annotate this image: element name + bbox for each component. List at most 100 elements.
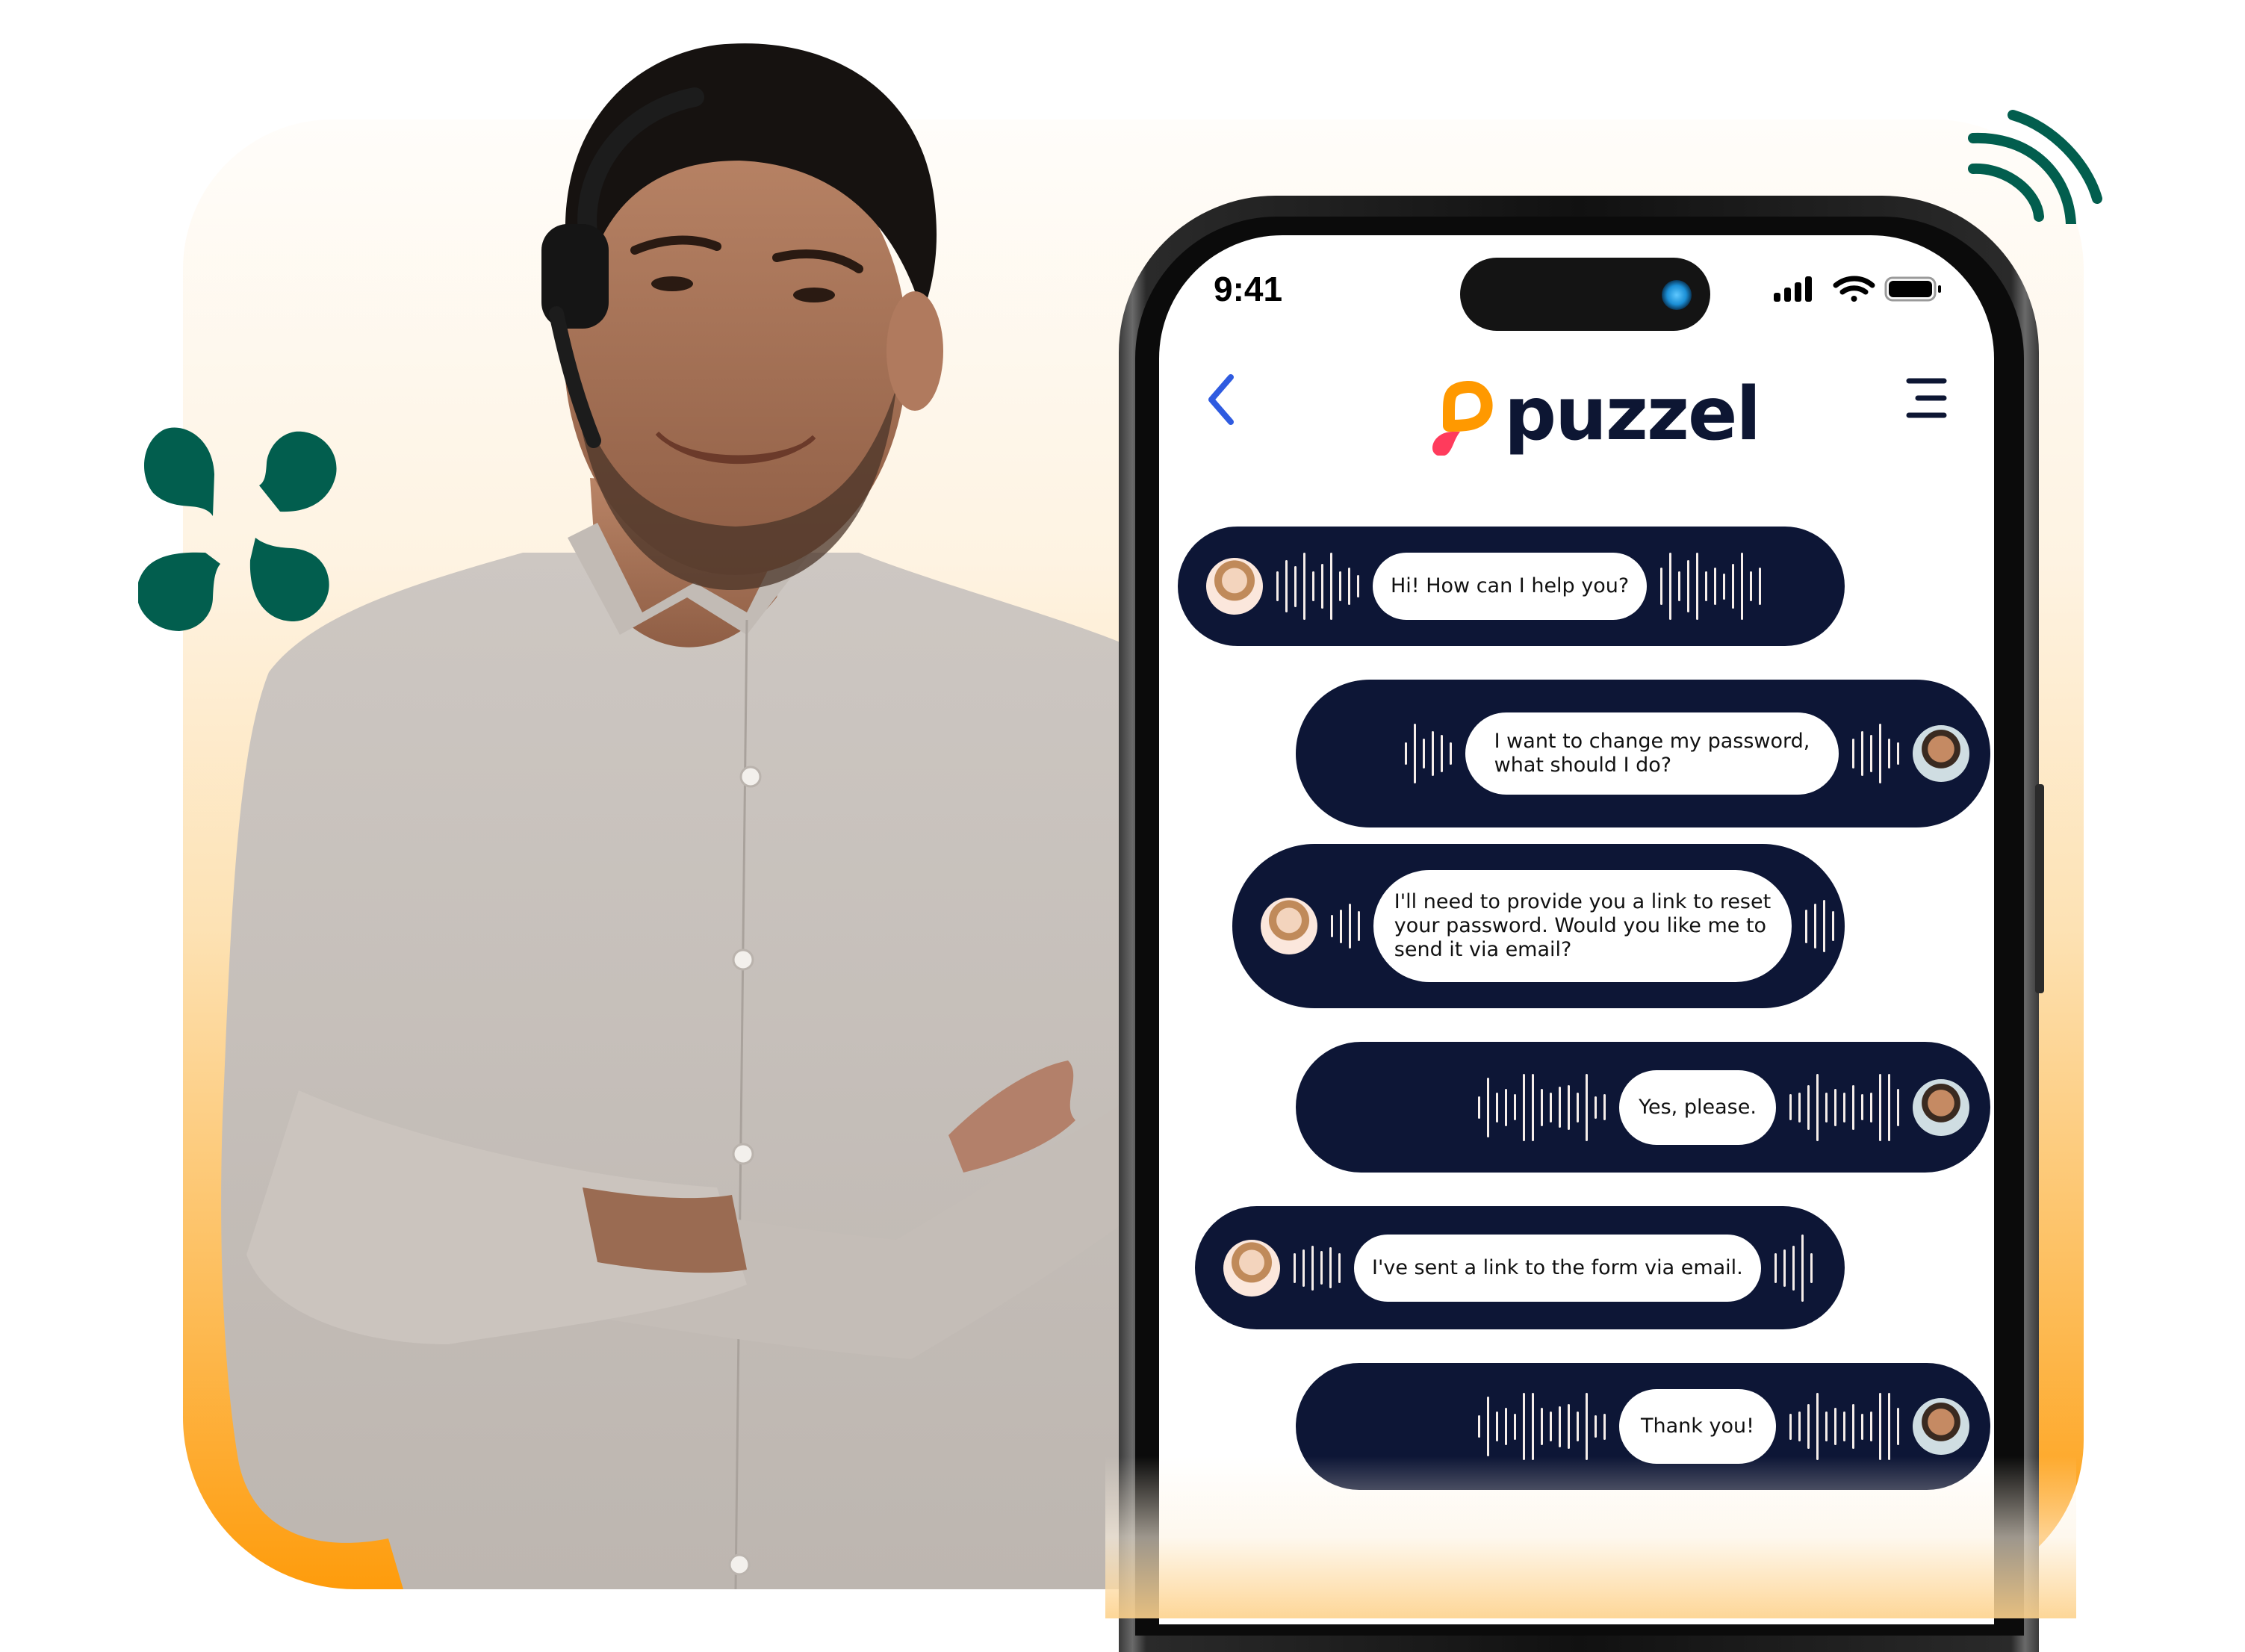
audio-waveform-right [1805, 900, 1834, 952]
waveform-bar [1834, 1088, 1836, 1126]
waveform-bar [1339, 571, 1341, 601]
waveform-bar [1487, 1397, 1489, 1456]
waveform-bar [1405, 742, 1407, 765]
customer-avatar [1913, 725, 1969, 782]
waveform-bar [1687, 560, 1690, 612]
audio-waveform-right [1789, 1073, 1899, 1141]
audio-waveform-left [1478, 1393, 1606, 1460]
waveform-bar [1358, 911, 1360, 941]
waveform-bar [1340, 909, 1342, 943]
chevron-left-icon[interactable] [1202, 370, 1240, 429]
eye [651, 276, 693, 291]
agent-avatar [1206, 558, 1263, 615]
chat-message-agent[interactable]: I'll need to provide you a link to reset… [1232, 844, 1845, 1008]
chat-message-customer[interactable]: Yes, please. [1296, 1042, 1990, 1173]
waveform-bar [1595, 1415, 1597, 1438]
waveform-bar [1774, 1252, 1777, 1283]
waveform-bar [1541, 1088, 1543, 1126]
eye [793, 288, 835, 302]
waveform-bar [1505, 1088, 1507, 1126]
forearm-skin [583, 1187, 747, 1273]
customer-avatar [1913, 1078, 1969, 1136]
battery-icon [1884, 276, 1941, 302]
waveform-bar [1595, 1096, 1597, 1119]
waveform-bar [1852, 739, 1854, 768]
waveform-bar [1320, 1251, 1323, 1285]
audio-waveform-left [1331, 904, 1360, 948]
agent-avatar [1223, 1239, 1280, 1297]
waveform-bar [1807, 1404, 1810, 1449]
audio-waveform-right [1774, 1234, 1813, 1302]
waveform-bar [1311, 1245, 1314, 1291]
waveform-bar [1329, 1247, 1332, 1288]
waveform-bar [1870, 735, 1872, 772]
waveform-bar [1312, 571, 1314, 601]
waveform-bar [1669, 553, 1672, 620]
waveform-bar [1550, 1092, 1552, 1122]
puzzel-logo-mark-icon [1432, 381, 1493, 456]
waveform-bar [1750, 571, 1753, 601]
chat-message-agent[interactable]: I've sent a link to the form via email. [1195, 1206, 1845, 1329]
waveform-bar [1861, 1413, 1863, 1440]
waveform-bar [1577, 1412, 1579, 1441]
waveform-bar [1843, 1412, 1845, 1441]
waveform-bar [1303, 553, 1305, 620]
waveform-bar [1852, 1404, 1854, 1449]
waveform-bar [1783, 1249, 1786, 1287]
waveform-bar [1514, 1094, 1516, 1120]
waveform-bar [1861, 731, 1863, 776]
hamburger-menu-icon[interactable] [1903, 372, 1948, 424]
waveform-bar [1348, 568, 1350, 605]
waveform-bar [1550, 1412, 1552, 1441]
waveform-bar [1523, 1073, 1525, 1141]
waveform-bar [1414, 724, 1416, 783]
waveform-bar [1888, 1073, 1890, 1141]
waveform-bar [1870, 1412, 1872, 1441]
waveform-bar [1792, 1245, 1795, 1291]
waveform-bar [1834, 1408, 1836, 1445]
waveform-bar [1879, 1073, 1881, 1141]
waveform-bar [1861, 1094, 1863, 1120]
waveform-bar [1814, 904, 1816, 948]
status-time: 9:41 [1214, 270, 1283, 308]
waveform-bar [1798, 1412, 1801, 1441]
shirt-button [732, 948, 754, 971]
waveform-bar [1450, 742, 1452, 765]
waveform-bar [1805, 909, 1807, 943]
audio-waveform-left [1405, 724, 1452, 783]
puzzel-logo: puzzel [1426, 370, 1761, 459]
waveform-bar [1897, 1408, 1899, 1445]
waveform-bar [1478, 1096, 1480, 1119]
waveform-bar [1441, 735, 1443, 772]
waveform-bar [1832, 911, 1834, 941]
waveform-bar [1331, 915, 1333, 937]
waveform-bar [1823, 900, 1825, 952]
message-text: I'll need to provide you a link to reset… [1373, 870, 1792, 982]
cellular-signal-icon [1774, 276, 1812, 302]
chat-message-customer[interactable]: I want to change my password, what shoul… [1296, 680, 1990, 827]
waveform-bar [1586, 1073, 1588, 1141]
shirt [221, 553, 1241, 1589]
waveform-bar [1603, 1413, 1606, 1440]
puzzel-logo-text: puzzel [1504, 372, 1761, 457]
wifi-icon [1833, 276, 1875, 302]
message-text: I've sent a link to the form via email. [1354, 1234, 1761, 1302]
chat-message-customer[interactable]: Thank you! [1296, 1363, 1990, 1490]
waveform-bar [1714, 568, 1717, 605]
waveform-bar [1496, 1412, 1498, 1441]
waveform-bar [1801, 1234, 1804, 1302]
waveform-bar [1568, 1404, 1570, 1449]
waveform-bar [1478, 1415, 1480, 1438]
phone-side-button [2035, 784, 2044, 993]
waveform-bar [1496, 1092, 1498, 1122]
waveform-bar [1660, 568, 1663, 605]
audio-waveform-right [1789, 1393, 1899, 1460]
audio-waveform-left [1478, 1073, 1606, 1141]
waveform-bar [1302, 1249, 1305, 1287]
waveform-bar [1789, 1094, 1792, 1120]
waveform-bar [1789, 1413, 1792, 1440]
waveform-bar [1888, 1393, 1890, 1460]
waveform-bar [1559, 1087, 1561, 1128]
waveform-bar [1294, 1252, 1296, 1283]
chat-message-agent[interactable]: Hi! How can I help you? [1178, 527, 1845, 646]
